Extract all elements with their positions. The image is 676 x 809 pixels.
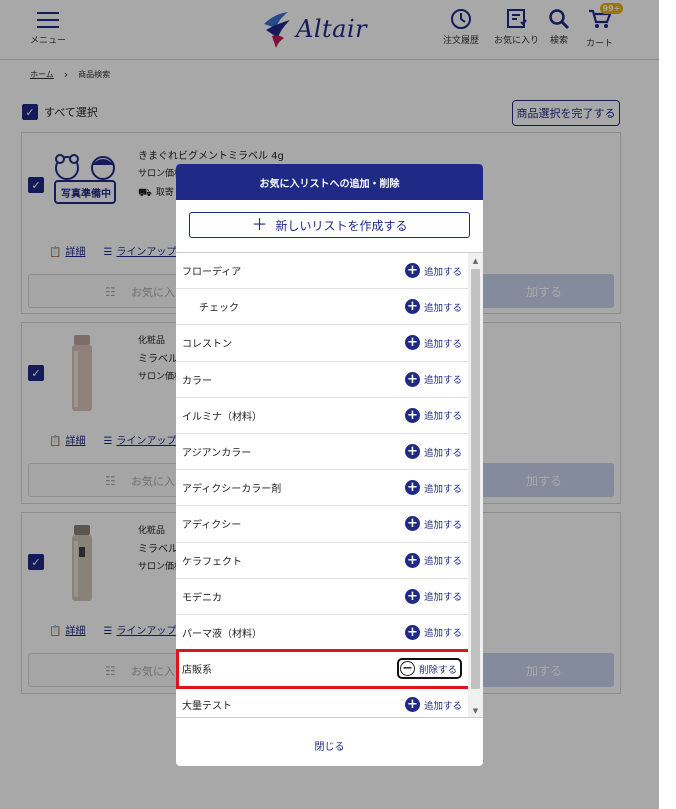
plus-circle-icon: + xyxy=(404,516,420,532)
add-label: 追加する xyxy=(423,700,462,712)
scrollbar-thumb[interactable] xyxy=(471,269,480,689)
favorite-list-row: イルミナ（材料） + 追加する xyxy=(176,398,468,434)
favorite-list-row: パーマ液（材料） + 追加する xyxy=(176,615,468,652)
add-to-list-button[interactable]: + 追加する xyxy=(404,299,462,315)
favorite-list-name: コレストン xyxy=(182,339,232,351)
favorite-list-row: アディクシーカラー剤 + 追加する xyxy=(176,470,468,507)
close-button[interactable]: 閉じる xyxy=(176,738,483,753)
remove-from-list-button[interactable]: − 削除する xyxy=(396,658,462,680)
favorite-list-name: アディクシー xyxy=(182,520,242,532)
add-to-list-button[interactable]: + 追加する xyxy=(404,335,462,351)
plus-icon: ＋ xyxy=(251,215,268,234)
add-label: 追加する xyxy=(423,302,462,314)
add-label: 追加する xyxy=(423,411,462,423)
add-to-list-button[interactable]: + 追加する xyxy=(404,263,462,279)
add-to-list-button[interactable]: + 追加する xyxy=(404,552,462,568)
favorite-list-name: パーマ液（材料） xyxy=(182,628,262,640)
plus-circle-icon: + xyxy=(404,697,420,713)
plus-circle-icon: + xyxy=(404,371,420,387)
scrollbar[interactable]: ▲ ▼ xyxy=(468,253,483,717)
add-to-list-button[interactable]: + 追加する xyxy=(404,697,462,713)
add-label: 追加する xyxy=(423,483,462,495)
favorite-list-name: 店販系 xyxy=(182,665,212,677)
favorite-list-row: 店販系 − 削除する xyxy=(176,651,468,688)
add-to-list-button[interactable]: + 追加する xyxy=(404,480,462,496)
plus-circle-icon: + xyxy=(404,444,420,460)
favorite-list-row: アディクシー + 追加する xyxy=(176,506,468,543)
add-label: 追加する xyxy=(423,447,462,459)
modal-title: お気に入リストへの追加・削除 xyxy=(176,164,483,200)
plus-circle-icon: + xyxy=(404,335,420,351)
page: メニュー Altair 注文履歴 お気に入り 検索 99+ カート ホーム › … xyxy=(0,0,659,809)
add-label: 追加する xyxy=(423,556,462,568)
favorites-modal: お気に入リストへの追加・削除 ＋ 新しいリストを作成する フローディア + 追加する… xyxy=(176,164,483,766)
add-label: 追加する xyxy=(423,375,462,387)
plus-circle-icon: + xyxy=(404,299,420,315)
favorite-list-row: チェック + 追加する xyxy=(176,289,468,326)
favorite-list-row: ケラフェクト + 追加する xyxy=(176,543,468,579)
add-to-list-button[interactable]: + 追加する xyxy=(404,444,462,460)
scroll-up-icon[interactable]: ▲ xyxy=(471,256,480,266)
favorite-list-name: イルミナ（材料） xyxy=(182,411,262,423)
favorite-list-name: モデニカ xyxy=(182,592,222,604)
favorite-lists[interactable]: フローディア + 追加する チェック + 追加する コレストン + 追加する カラー + 追加する イル… xyxy=(176,252,483,718)
plus-circle-icon: + xyxy=(404,552,420,568)
add-to-list-button[interactable]: + 追加する xyxy=(404,624,462,640)
favorite-list-row: フローディア + 追加する xyxy=(176,253,468,290)
plus-circle-icon: + xyxy=(404,407,420,423)
add-label: 追加する xyxy=(423,592,462,604)
plus-circle-icon: + xyxy=(404,263,420,279)
favorite-list-name: カラー xyxy=(182,375,212,387)
create-new-list-label: 新しいリストを作成する xyxy=(275,218,408,233)
favorite-list-row: カラー + 追加する xyxy=(176,362,468,398)
plus-circle-icon: + xyxy=(404,588,420,604)
create-new-list-button[interactable]: ＋ 新しいリストを作成する xyxy=(189,212,470,238)
add-label: 追加する xyxy=(423,628,462,640)
add-to-list-button[interactable]: + 追加する xyxy=(404,407,462,423)
favorite-list-name: ケラフェクト xyxy=(182,556,242,568)
add-to-list-button[interactable]: + 追加する xyxy=(404,371,462,387)
favorite-list-name: 大量テスト xyxy=(182,701,232,713)
favorite-list-row: モデニカ + 追加する xyxy=(176,579,468,615)
add-label: 追加する xyxy=(423,266,462,278)
minus-circle-icon: − xyxy=(399,661,415,677)
scroll-down-icon[interactable]: ▼ xyxy=(471,706,480,716)
favorite-list-row: 大量テスト + 追加する xyxy=(176,687,468,717)
favorite-list-name: フローディア xyxy=(182,267,242,279)
remove-label: 削除する xyxy=(418,664,457,676)
favorite-list-name: アディクシーカラー剤 xyxy=(182,484,282,496)
plus-circle-icon: + xyxy=(404,624,420,640)
add-label: 追加する xyxy=(423,338,462,350)
add-to-list-button[interactable]: + 追加する xyxy=(404,516,462,532)
favorite-list-name: チェック xyxy=(199,303,239,315)
add-label: 追加する xyxy=(423,519,462,531)
favorite-list-row: コレストン + 追加する xyxy=(176,325,468,362)
add-to-list-button[interactable]: + 追加する xyxy=(404,588,462,604)
plus-circle-icon: + xyxy=(404,480,420,496)
favorite-list-row: アジアンカラー + 追加する xyxy=(176,434,468,471)
favorite-list-name: アジアンカラー xyxy=(182,448,252,460)
favorite-list-rows: フローディア + 追加する チェック + 追加する コレストン + 追加する カラー + 追加する イル… xyxy=(176,253,476,717)
